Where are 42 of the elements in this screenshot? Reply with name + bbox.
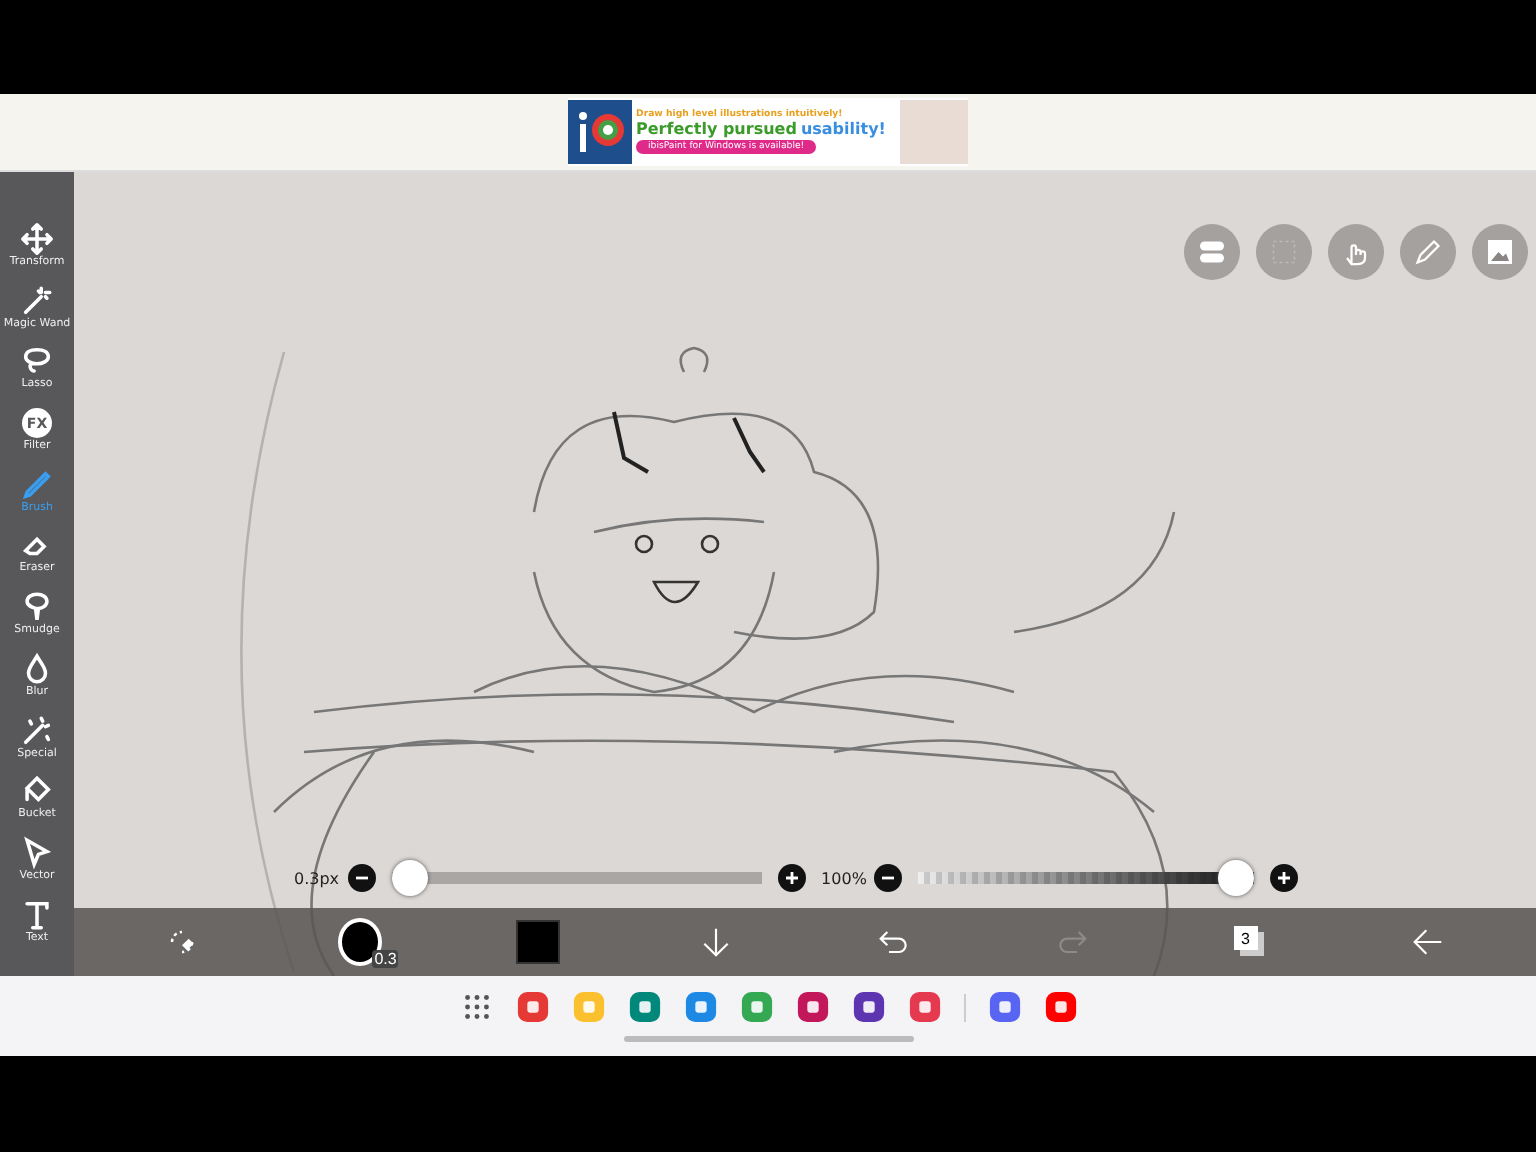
plus-icon [781, 868, 802, 888]
slider-thumb[interactable] [391, 860, 428, 896]
tool-icon [20, 283, 54, 318]
tool-icon [20, 344, 54, 379]
slider-thumb[interactable] [1218, 860, 1255, 896]
taskbar-handle[interactable] [623, 1036, 913, 1042]
tool-icon [20, 897, 54, 932]
tool-icon [19, 222, 54, 256]
tool-icon [19, 590, 54, 625]
app-icon[interactable] [987, 990, 1021, 1024]
increase-button[interactable] [1270, 864, 1299, 892]
ad-headline-accent: usability! [800, 120, 886, 138]
floating-tool-button[interactable] [1184, 224, 1240, 280]
app-icon[interactable] [515, 990, 549, 1024]
app-icon[interactable] [1043, 990, 1077, 1024]
app-icon[interactable] [683, 990, 717, 1024]
pencil-icon [1410, 234, 1446, 270]
tool-icon [20, 467, 54, 502]
floating-tool-button[interactable] [1400, 224, 1456, 280]
decrease-button[interactable] [347, 864, 376, 892]
opacity-slider[interactable] [918, 860, 1255, 896]
ad-headline: Perfectly pursued [636, 120, 797, 138]
drawing-canvas[interactable]: 0.3px 100% 0.3 3 [74, 172, 1536, 976]
tool-icon [19, 713, 54, 747]
tool-icon [20, 835, 54, 870]
app-grid-icon[interactable] [459, 990, 493, 1024]
app-icon[interactable] [627, 990, 661, 1024]
app-icon[interactable] [851, 990, 885, 1024]
floating-tool-button[interactable] [1328, 224, 1384, 280]
brush-size-slider[interactable] [391, 860, 762, 896]
illustration-placeholder [900, 100, 968, 164]
layers-button[interactable]: 3 [1219, 912, 1280, 972]
decrease-button[interactable] [874, 864, 903, 892]
app-icon[interactable] [907, 990, 941, 1024]
image-icon [1482, 234, 1518, 270]
app-logo-icon [568, 100, 632, 164]
brush-size-reading: 0.3px [294, 869, 340, 887]
increase-button[interactable] [777, 864, 806, 892]
app-icon[interactable] [795, 990, 829, 1024]
floating-tool-button[interactable] [1472, 224, 1528, 280]
plus-icon [1274, 868, 1295, 888]
opacity-reading: 100% [821, 869, 867, 887]
